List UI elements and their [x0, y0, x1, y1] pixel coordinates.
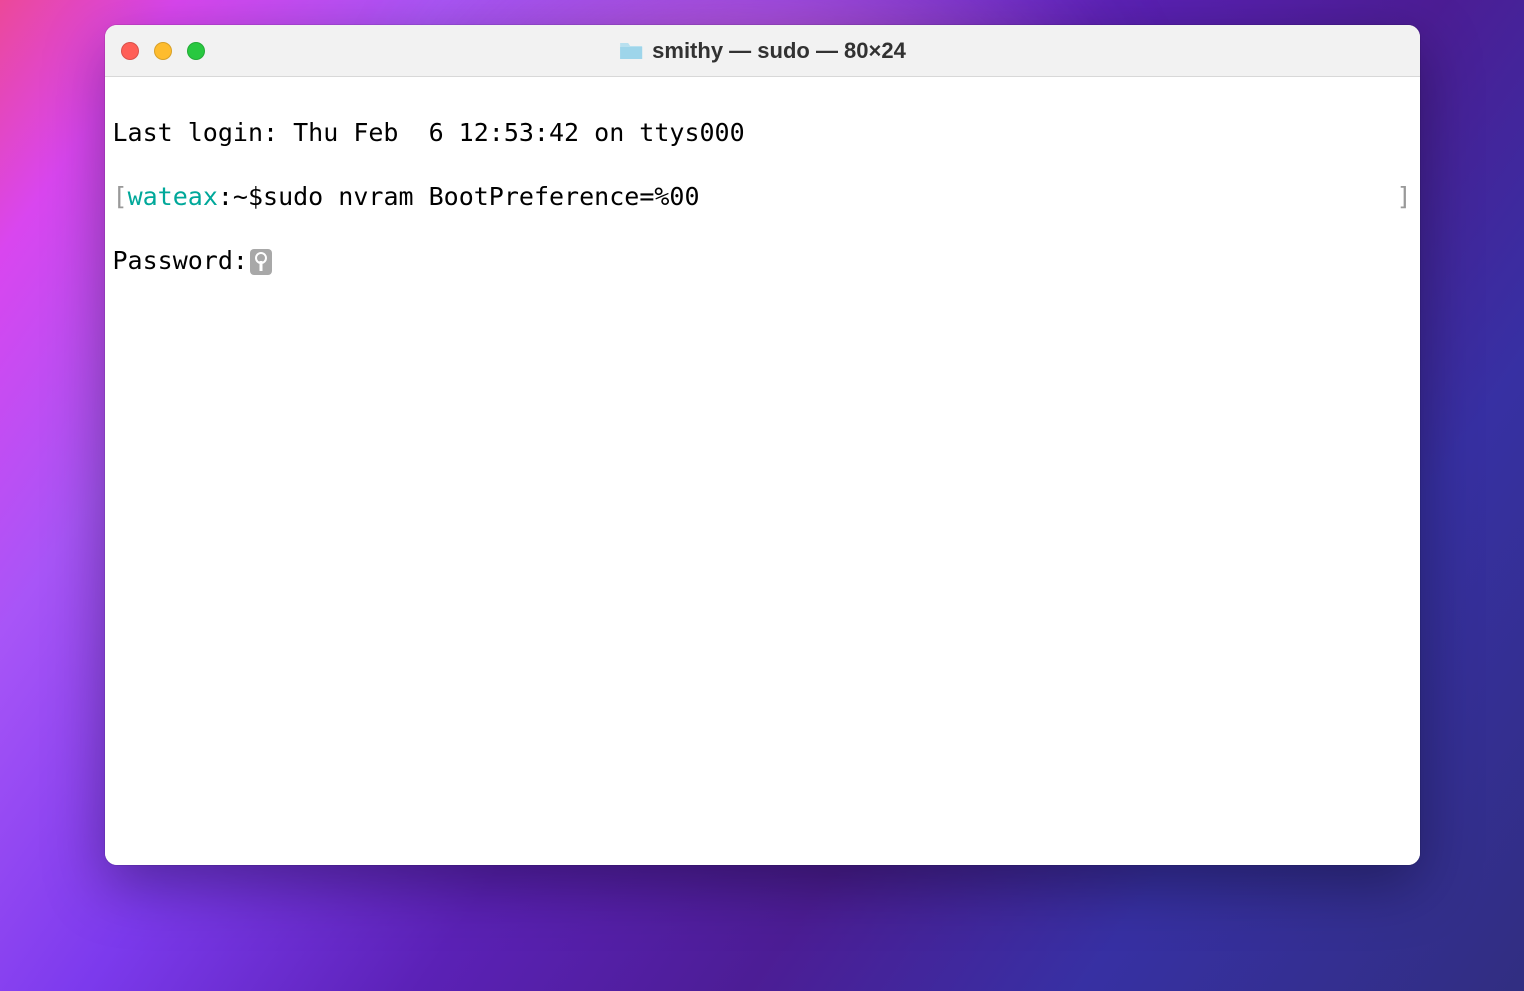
key-icon [250, 249, 272, 275]
terminal-window: smithy — sudo — 80×24 Last login: Thu Fe… [105, 25, 1420, 865]
terminal-content[interactable]: Last login: Thu Feb 6 12:53:42 on ttys00… [105, 77, 1420, 865]
prompt-bracket-left: [ [113, 182, 128, 211]
last-login-text: Last login: Thu Feb 6 12:53:42 on ttys00… [113, 118, 745, 147]
minimize-button[interactable] [154, 42, 172, 60]
password-line: Password: [113, 245, 1412, 277]
command-text: sudo nvram BootPreference=%00 [263, 182, 700, 211]
hostname: wateax [128, 182, 218, 211]
window-title-area: smithy — sudo — 80×24 [618, 38, 906, 64]
prompt-separator: :~$ [218, 182, 263, 211]
close-button[interactable] [121, 42, 139, 60]
window-controls [121, 42, 205, 60]
prompt-bracket-right: ] [1396, 181, 1411, 213]
zoom-button[interactable] [187, 42, 205, 60]
command-line: [wateax:~$sudo nvram BootPreference=%00] [113, 181, 1412, 213]
password-prompt: Password: [113, 246, 248, 275]
last-login-line: Last login: Thu Feb 6 12:53:42 on ttys00… [113, 117, 1412, 149]
title-bar[interactable]: smithy — sudo — 80×24 [105, 25, 1420, 77]
folder-icon [618, 41, 644, 61]
window-title: smithy — sudo — 80×24 [652, 38, 906, 64]
